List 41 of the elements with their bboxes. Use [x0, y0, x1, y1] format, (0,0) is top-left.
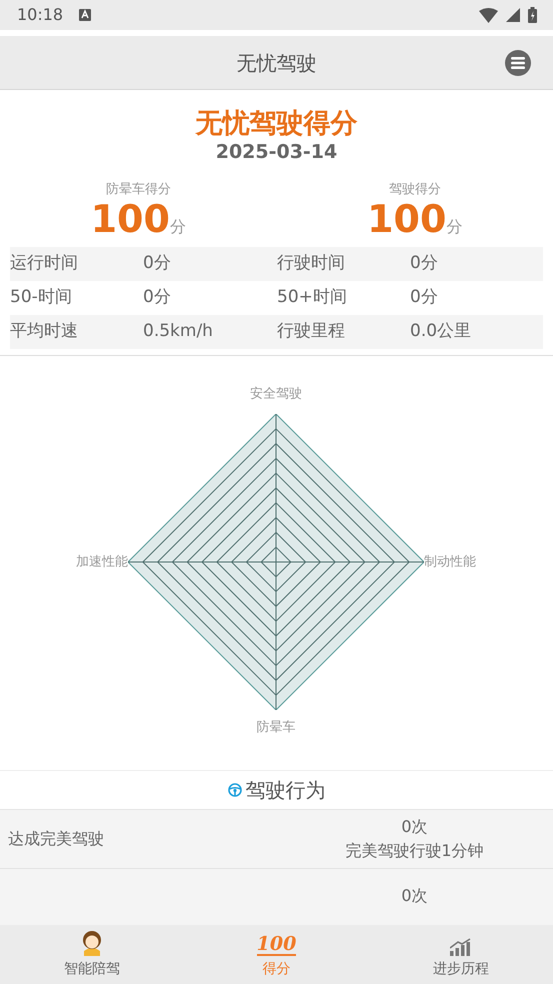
status-time: 10:18 [17, 4, 64, 26]
menu-button[interactable] [505, 50, 531, 76]
stat-label: 行驶时间 [277, 252, 346, 276]
axis-label: 防晕车 [256, 719, 296, 738]
score-unit: 分 [170, 217, 186, 236]
score-title: 无忧驾驶得分 [194, 107, 358, 141]
axis-label: 安全驾驶 [250, 386, 302, 404]
axis-label: 制动性能 [424, 553, 476, 572]
menu-icon [511, 57, 525, 69]
score-value: 100 [367, 197, 446, 242]
app-title: 无忧驾驶 [236, 50, 316, 76]
behavior-count: 0次 [401, 817, 428, 838]
behavior-count: 0次 [401, 886, 428, 906]
stat-value: 0.0公里 [410, 320, 472, 344]
stat-value: 0分 [143, 252, 172, 276]
signal-icon [506, 8, 520, 22]
tab-button[interactable]: 进步历程 [368, 925, 553, 984]
score-label: 驾驶得分 [388, 180, 442, 199]
chart-icon [450, 938, 472, 956]
behavior-label: 达成完美驾驶 [8, 829, 104, 848]
stat-label: 运行时间 [10, 252, 79, 276]
stat-value: 0分 [410, 252, 439, 276]
section-title: 驾驶行为 [246, 777, 326, 804]
axis-label: 加速性能 [76, 553, 128, 572]
stat-value: 0.5km/h [143, 320, 214, 344]
behavior-note: 完美驾驶行驶1分钟 [345, 841, 484, 862]
score-unit: 分 [446, 217, 462, 236]
steering-wheel-icon [228, 783, 242, 798]
wifi-icon [479, 8, 498, 22]
score-date: 2025-03-14 [214, 141, 338, 164]
score-label: 防晕车得分 [104, 180, 172, 199]
stat-label: 50-时间 [10, 286, 73, 310]
stat-label: 平均时速 [10, 320, 79, 344]
stat-label: 50+时间 [277, 286, 348, 310]
score-value: 100 [90, 197, 170, 242]
battery-icon [528, 7, 537, 23]
tab-button[interactable]: 智能陪驾 [0, 925, 184, 984]
keyboard-icon [79, 9, 92, 21]
stat-label: 行驶里程 [277, 320, 346, 344]
stat-value: 0分 [410, 286, 439, 310]
stat-value: 0分 [143, 286, 172, 310]
